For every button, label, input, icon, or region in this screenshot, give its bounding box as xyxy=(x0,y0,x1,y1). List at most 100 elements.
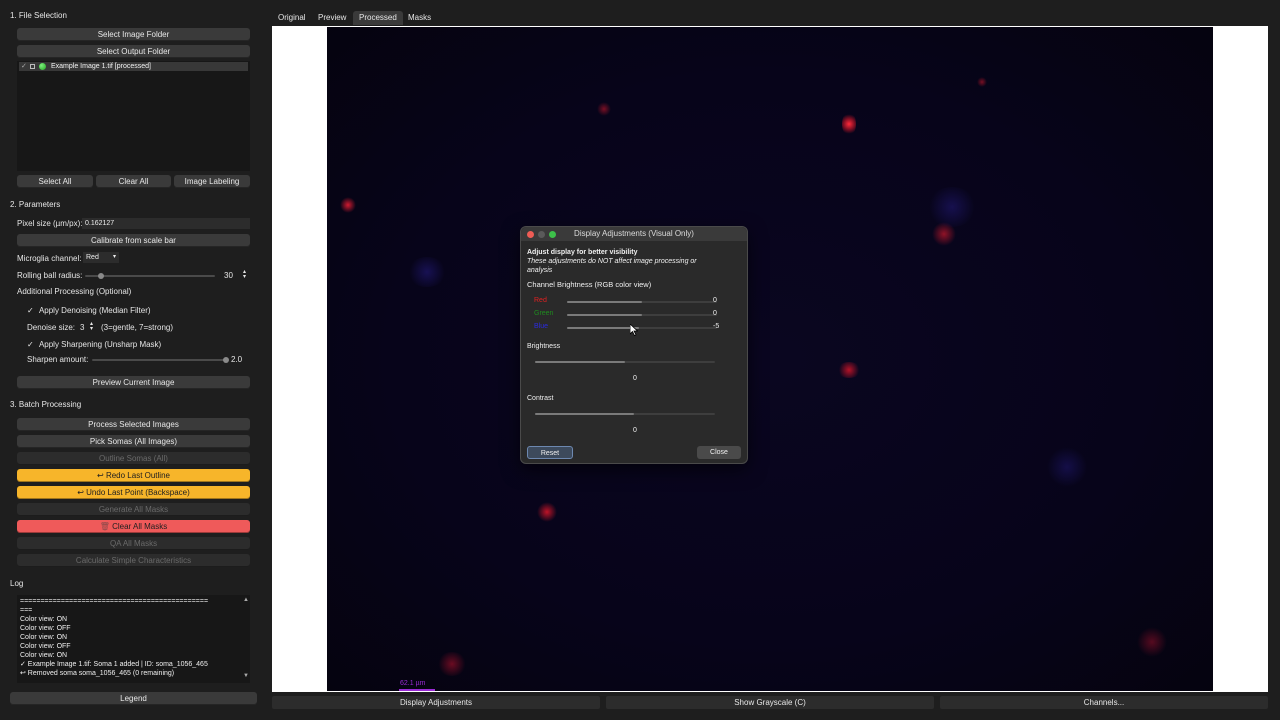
stepper-icon[interactable]: ▴ ▾ xyxy=(243,269,246,280)
microscopy-image[interactable] xyxy=(327,27,1213,691)
preview-current-image-button[interactable]: Preview Current Image xyxy=(17,376,250,389)
file-list[interactable]: ✓ Example Image 1.tif [processed] xyxy=(17,61,250,171)
select-all-button[interactable]: Select All xyxy=(17,175,93,188)
sharpen-amount-value: 2.0 xyxy=(231,355,243,364)
undo-last-point-button[interactable]: ↩ Undo Last Point (Backspace) xyxy=(17,486,250,499)
log-line: === xyxy=(20,607,33,614)
pick-somas-button[interactable]: Pick Somas (All Images) xyxy=(17,435,250,448)
show-grayscale-button[interactable]: Show Grayscale (C) xyxy=(606,696,934,709)
slider-fill xyxy=(535,361,625,363)
cell-spot xyxy=(407,257,447,287)
log-line: ========================================… xyxy=(20,598,209,605)
red-channel-value: 0 xyxy=(713,297,717,304)
apply-sharpening-checkbox[interactable]: ✓ Apply Sharpening (Unsharp Mask) xyxy=(27,340,161,349)
contrast-label: Contrast xyxy=(527,395,554,402)
slider-fill xyxy=(535,413,634,415)
file-selection-title: 1. File Selection xyxy=(10,11,67,20)
tab-preview[interactable]: Preview xyxy=(312,11,352,25)
cell-spot xyxy=(340,197,356,213)
scale-bar-label: 62.1 µm xyxy=(400,680,426,687)
cell-spot xyxy=(597,102,611,116)
close-button[interactable]: Close xyxy=(697,446,741,459)
denoise-size-value[interactable]: 3 xyxy=(80,323,84,332)
display-adjustments-button[interactable]: Display Adjustments xyxy=(272,696,600,709)
log-line: Color view: OFF xyxy=(20,625,71,632)
brightness-value: 0 xyxy=(633,375,637,382)
dialog-titlebar[interactable]: Display Adjustments (Visual Only) xyxy=(521,227,747,241)
clear-all-masks-label: Clear All Masks xyxy=(112,522,168,531)
log-title: Log xyxy=(10,579,24,588)
red-channel-label: Red xyxy=(534,297,547,304)
log-panel[interactable]: ========================================… xyxy=(17,595,250,683)
microglia-channel-select[interactable]: Red ▾ xyxy=(83,252,119,263)
log-line: ✓ Example Image 1.tif: Soma 1 added | ID… xyxy=(20,661,208,668)
slider-fill xyxy=(567,301,642,303)
outline-somas-button[interactable]: Outline Somas (All) xyxy=(17,452,250,465)
cell-spot xyxy=(1047,447,1087,487)
trash-icon: 🗑 xyxy=(99,522,110,531)
select-output-folder-button[interactable]: Select Output Folder xyxy=(17,45,250,58)
log-line: Color view: ON xyxy=(20,652,68,659)
green-channel-value: 0 xyxy=(713,310,717,317)
log-line: Color view: ON xyxy=(20,616,68,623)
file-name: Example Image 1.tif [processed] xyxy=(51,63,151,70)
dialog-title: Display Adjustments (Visual Only) xyxy=(574,229,694,238)
apply-denoising-label: Apply Denoising (Median Filter) xyxy=(38,306,151,315)
cell-spot xyxy=(837,362,861,378)
mouse-cursor-icon xyxy=(630,324,638,336)
apply-denoising-checkbox[interactable]: ✓ Apply Denoising (Median Filter) xyxy=(27,306,151,315)
process-selected-button[interactable]: Process Selected Images xyxy=(17,418,250,431)
channels-button[interactable]: Channels... xyxy=(940,696,1268,709)
slider-track xyxy=(92,359,226,361)
blue-channel-label: Blue xyxy=(534,323,549,330)
dialog-note: These adjustments do NOT affect image pr… xyxy=(527,258,697,265)
denoise-hint: (3=gentle, 7=strong) xyxy=(101,323,174,332)
checkmark-icon: ✓ xyxy=(21,63,27,70)
tab-masks[interactable]: Masks xyxy=(402,11,437,25)
dialog-heading: Adjust display for better visibility xyxy=(527,249,638,256)
rolling-ball-value[interactable]: 30 xyxy=(224,271,233,280)
stepper-icon[interactable]: ▴ ▾ xyxy=(90,321,93,332)
reset-button[interactable]: Reset xyxy=(527,446,573,459)
tab-original[interactable]: Original xyxy=(272,11,312,25)
redo-last-outline-button[interactable]: ↩ Redo Last Outline xyxy=(17,469,250,482)
checkmark-icon: ✓ xyxy=(27,306,34,315)
calibrate-button[interactable]: Calibrate from scale bar xyxy=(17,234,250,247)
clear-all-button[interactable]: Clear All xyxy=(96,175,171,188)
image-labeling-button[interactable]: Image Labeling xyxy=(174,175,250,188)
checkbox-icon[interactable] xyxy=(30,64,35,69)
log-scrollbar[interactable]: ▲ ▼ xyxy=(243,597,249,679)
slider-thumb[interactable] xyxy=(97,273,104,279)
legend-button[interactable]: Legend xyxy=(10,692,257,705)
file-list-item[interactable]: ✓ Example Image 1.tif [processed] xyxy=(19,62,248,71)
brightness-label: Brightness xyxy=(527,343,561,350)
qa-all-masks-button[interactable]: QA All Masks xyxy=(17,537,250,550)
clear-all-masks-button[interactable]: 🗑 Clear All Masks xyxy=(17,520,250,533)
scroll-down-icon[interactable]: ▼ xyxy=(243,673,249,679)
cell-spot xyxy=(437,652,467,676)
scale-bar xyxy=(399,689,435,691)
green-channel-label: Green xyxy=(534,310,554,317)
checkmark-icon: ✓ xyxy=(27,340,34,349)
contrast-value: 0 xyxy=(633,427,637,434)
generate-all-masks-button[interactable]: Generate All Masks xyxy=(17,503,250,516)
sharpen-amount-label: Sharpen amount: xyxy=(27,355,89,364)
dialog-note-cont: analysis xyxy=(527,267,553,274)
display-adjustments-dialog: Display Adjustments (Visual Only) Adjust… xyxy=(520,226,748,464)
batch-processing-title: 3. Batch Processing xyxy=(10,400,82,409)
apply-sharpening-label: Apply Sharpening (Unsharp Mask) xyxy=(38,340,162,349)
denoise-size-label: Denoise size: xyxy=(27,323,76,332)
cell-spot xyxy=(1137,627,1167,657)
select-image-folder-button[interactable]: Select Image Folder xyxy=(17,28,250,41)
slider-thumb[interactable] xyxy=(223,357,229,363)
microglia-channel-value: Red xyxy=(86,254,99,261)
microglia-channel-label: Microglia channel: xyxy=(17,254,82,263)
slider-fill xyxy=(567,327,639,329)
pixel-size-input[interactable]: 0.162127 xyxy=(82,218,250,229)
left-panel: 1. File Selection Select Image Folder Se… xyxy=(0,0,262,720)
slider-track xyxy=(85,275,215,277)
scroll-up-icon[interactable]: ▲ xyxy=(243,597,249,603)
calculate-characteristics-button[interactable]: Calculate Simple Characteristics xyxy=(17,554,250,567)
tab-processed[interactable]: Processed xyxy=(353,11,403,25)
cell-spot xyxy=(537,502,557,522)
